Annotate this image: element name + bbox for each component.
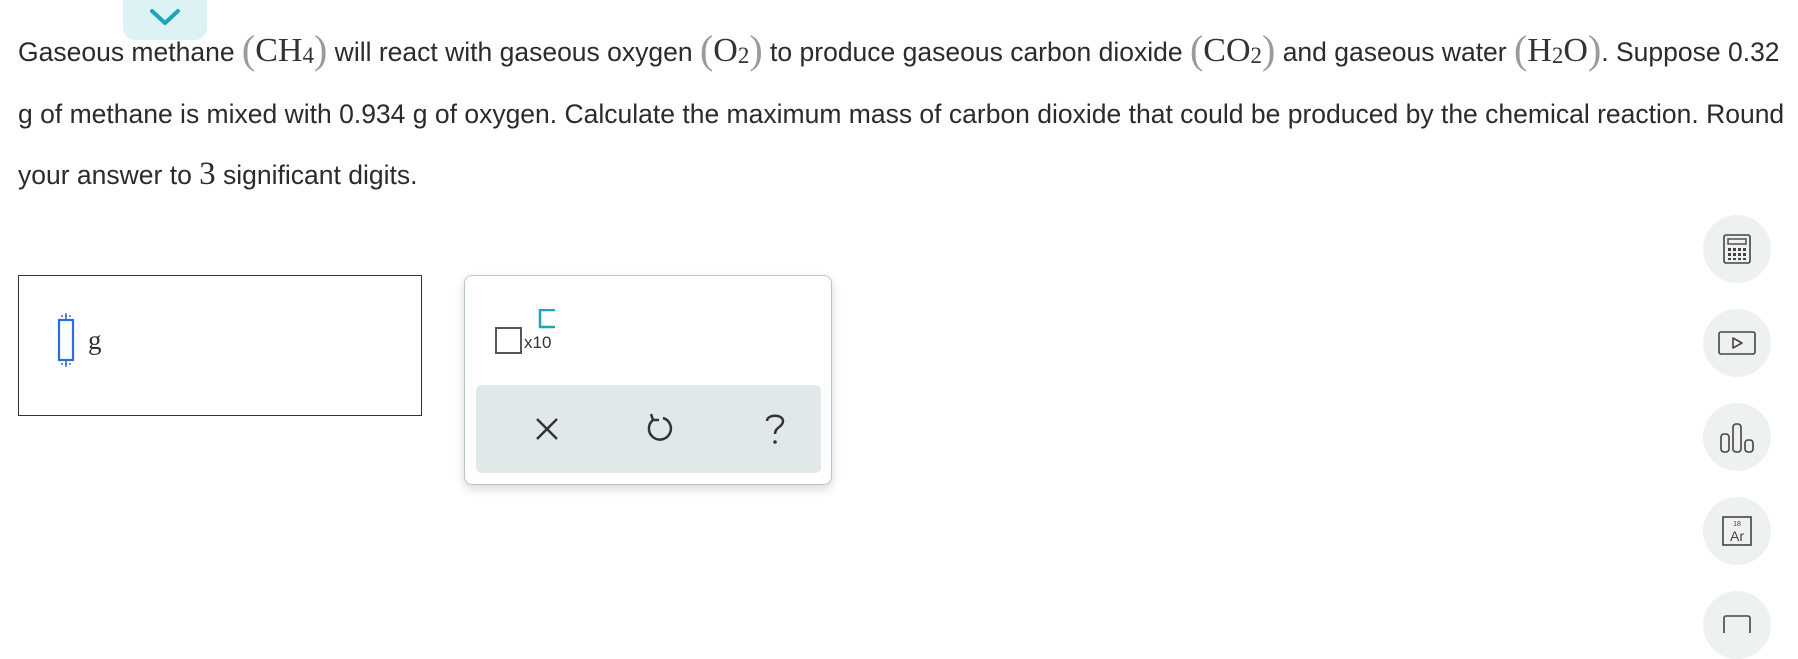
right-paren: ) xyxy=(313,27,328,72)
left-paren: ( xyxy=(1189,27,1204,72)
clear-button[interactable] xyxy=(525,407,569,451)
left-paren: ( xyxy=(1513,27,1528,72)
right-paren: ) xyxy=(1587,27,1602,72)
data-button[interactable] xyxy=(1703,403,1771,471)
periodic-table-button[interactable]: 18 Ar xyxy=(1703,497,1771,565)
close-icon xyxy=(536,418,558,440)
co2-subscript: 2 xyxy=(1250,43,1263,68)
sig-figs-number: 3 xyxy=(199,156,216,192)
oxygen-subscript: 2 xyxy=(737,43,750,68)
tool-palette: x10 xyxy=(464,275,832,485)
right-paren: ) xyxy=(1262,27,1276,72)
periodic-element-symbol: Ar xyxy=(1730,528,1744,544)
co2-formula: CO2 xyxy=(1203,32,1262,69)
bar-chart-icon xyxy=(1720,423,1754,453)
oxygen-formula: O2 xyxy=(713,32,749,69)
oxygen-formula-main: O xyxy=(713,32,738,69)
water-formula-o: O xyxy=(1563,32,1588,69)
calculator-icon xyxy=(1723,234,1751,264)
input-cursor-icon xyxy=(53,313,79,372)
periodic-element-number: 18 xyxy=(1733,521,1741,528)
answer-unit: g xyxy=(88,325,102,355)
action-bar xyxy=(476,385,821,473)
answer-input[interactable]: g xyxy=(18,275,422,416)
periodic-table-icon: 18 Ar xyxy=(1722,516,1752,546)
play-icon xyxy=(1718,331,1756,355)
right-paren: ) xyxy=(749,27,763,72)
more-tools-icon xyxy=(1722,613,1752,638)
more-tools-button[interactable] xyxy=(1703,591,1771,659)
left-paren: ( xyxy=(699,27,714,72)
scientific-notation-label: x10 xyxy=(524,333,552,352)
question-segment: will react with gaseous oxygen xyxy=(327,37,700,67)
question-segment: significant digits. xyxy=(215,160,418,190)
water-formula: H2O xyxy=(1527,32,1588,69)
water-formula-h: H xyxy=(1527,32,1552,69)
help-button[interactable] xyxy=(753,407,797,451)
question-segment: and gaseous water xyxy=(1275,37,1514,67)
video-button[interactable] xyxy=(1703,309,1771,377)
methane-subscript: 4 xyxy=(302,43,314,68)
question-text: Gaseous methane (CH4) will react with ga… xyxy=(18,18,1788,205)
undo-button[interactable] xyxy=(639,407,683,451)
water-subscript: 2 xyxy=(1551,43,1564,68)
undo-icon xyxy=(647,413,673,441)
left-paren: ( xyxy=(241,27,256,72)
question-segment: Gaseous methane xyxy=(18,37,242,67)
question-segment: to produce gaseous carbon dioxide xyxy=(762,37,1190,67)
methane-formula: CH4 xyxy=(255,32,314,69)
methane-formula-main: CH xyxy=(255,32,303,69)
co2-formula-main: CO xyxy=(1203,32,1251,69)
calculator-button[interactable] xyxy=(1703,215,1771,283)
help-icon xyxy=(765,414,785,444)
